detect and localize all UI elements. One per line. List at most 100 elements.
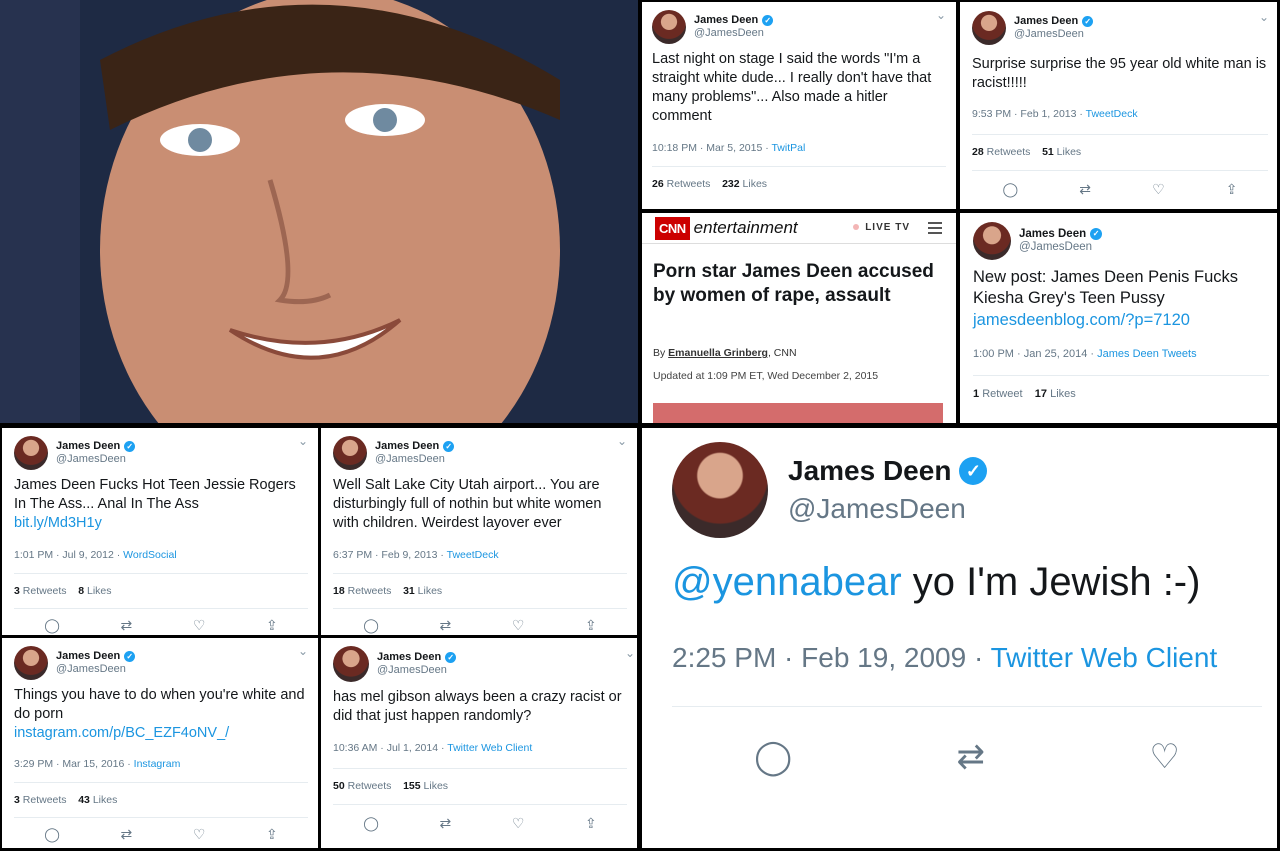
- share-icon[interactable]: ⇪: [266, 617, 278, 634]
- avatar[interactable]: [972, 11, 1006, 45]
- verified-badge-icon: ✓: [124, 441, 136, 453]
- handle[interactable]: @JamesDeen: [375, 453, 454, 466]
- tweet-source[interactable]: Twitter Web Client: [447, 742, 532, 754]
- retweet-icon[interactable]: ⇄: [121, 826, 133, 843]
- tweet-timestamp: 9:53 PM · Feb 1, 2013 · TweetDeck: [972, 108, 1138, 120]
- tweet-link[interactable]: bit.ly/Md3H1y: [14, 515, 102, 531]
- heart-icon[interactable]: ♡: [512, 815, 525, 832]
- tweet-source[interactable]: TweetDeck: [1086, 108, 1138, 120]
- avatar[interactable]: [333, 646, 369, 682]
- cnn-logo[interactable]: CNN: [655, 216, 690, 240]
- display-name[interactable]: James Deen: [56, 440, 120, 453]
- tweet-text: New post: James Deen Penis Fucks Kiesha …: [973, 268, 1239, 329]
- menu-icon[interactable]: [928, 219, 942, 237]
- avatar[interactable]: [672, 442, 768, 538]
- chevron-down-icon[interactable]: ⌄: [1259, 10, 1269, 24]
- tweet-source[interactable]: WordSocial: [123, 549, 177, 561]
- tweet-stats: 50 Retweets 155 Likes: [333, 768, 627, 792]
- display-name[interactable]: James Deen: [788, 455, 951, 487]
- tweet-text: @yennabear yo I'm Jewish :-): [672, 560, 1201, 604]
- tweet-actions: ◯ ⇄ ♡ ⇪: [14, 608, 308, 634]
- handle[interactable]: @JamesDeen: [694, 27, 773, 40]
- retweet-icon[interactable]: ⇄: [957, 737, 986, 777]
- heart-icon[interactable]: ♡: [193, 826, 206, 843]
- live-tv-link[interactable]: LIVE TV: [853, 222, 910, 233]
- share-icon[interactable]: ⇪: [266, 826, 278, 843]
- handle[interactable]: @JamesDeen: [377, 664, 456, 677]
- avatar[interactable]: [333, 436, 367, 470]
- chevron-down-icon[interactable]: ⌄: [298, 644, 308, 658]
- chevron-down-icon[interactable]: ⌄: [617, 434, 627, 448]
- face-image: [0, 0, 638, 423]
- updated-time: Updated at 1:09 PM ET, Wed December 2, 2…: [653, 370, 879, 382]
- retweet-icon[interactable]: ⇄: [1079, 181, 1091, 198]
- handle[interactable]: @JamesDeen: [1019, 241, 1102, 254]
- display-name[interactable]: James Deen: [1014, 15, 1078, 28]
- avatar[interactable]: [14, 436, 48, 470]
- verified-badge-icon: ✓: [1090, 228, 1103, 241]
- article-image: [653, 403, 943, 423]
- display-name[interactable]: James Deen: [375, 440, 439, 453]
- handle[interactable]: @JamesDeen: [1014, 28, 1093, 41]
- reply-icon[interactable]: ◯: [1003, 181, 1019, 198]
- avatar[interactable]: [652, 10, 686, 44]
- handle[interactable]: @JamesDeen: [788, 493, 987, 525]
- tweet-stats: 26 Retweets 232 Likes: [652, 166, 946, 190]
- share-icon[interactable]: ⇪: [585, 617, 597, 634]
- tweet-source[interactable]: Instagram: [134, 758, 181, 770]
- cnn-article: CNN entertainment LIVE TV Porn star Jame…: [642, 213, 956, 423]
- tweet-stats: 3 Retweets 43 Likes: [14, 782, 308, 806]
- tweet-source[interactable]: TwitPal: [771, 142, 805, 154]
- tweet-timestamp: 3:29 PM · Mar 15, 2016 · Instagram: [14, 758, 181, 770]
- display-name[interactable]: James Deen: [1019, 228, 1086, 241]
- retweet-icon[interactable]: ⇄: [121, 617, 133, 634]
- tweet-card: James Deen ✓ @JamesDeen ⌄ Well Salt Lake …: [321, 428, 637, 635]
- tweet-actions: ◯ ⇄ ♡ ⇪: [333, 804, 627, 832]
- tweet-link[interactable]: instagram.com/p/BC_EZF4oNV_/: [14, 725, 229, 741]
- chevron-down-icon[interactable]: ⌄: [298, 434, 308, 448]
- handle[interactable]: @JamesDeen: [56, 453, 135, 466]
- reply-icon[interactable]: ◯: [363, 617, 379, 634]
- author-link[interactable]: Emanuella Grinberg: [668, 347, 768, 359]
- tweet-card: James Deen ✓ @JamesDeen ⌄ James Deen Fuck…: [2, 428, 318, 635]
- tweet-text: Things you have to do when you're white …: [14, 687, 305, 741]
- tweet-source[interactable]: Twitter Web Client: [991, 642, 1218, 673]
- profile-photo: [0, 0, 638, 423]
- reply-icon[interactable]: ◯: [754, 737, 792, 777]
- verified-badge-icon: ✓: [762, 15, 774, 27]
- tweet-timestamp: 1:01 PM · Jul 9, 2012 · WordSocial: [14, 549, 177, 561]
- reply-icon[interactable]: ◯: [44, 826, 60, 843]
- section-label[interactable]: entertainment: [694, 218, 798, 238]
- heart-icon[interactable]: ♡: [193, 617, 206, 634]
- display-name[interactable]: James Deen: [694, 14, 758, 27]
- chevron-down-icon[interactable]: ⌄: [625, 646, 635, 660]
- tweet-link[interactable]: jamesdeenblog.com/?p=7120: [973, 311, 1190, 329]
- avatar[interactable]: [973, 222, 1011, 260]
- tweet-text: James Deen Fucks Hot Teen Jessie Rogers …: [14, 477, 296, 531]
- mention-link[interactable]: @yennabear: [672, 560, 902, 604]
- tweet-stats: 1 Retweet 17 Likes: [973, 375, 1269, 400]
- handle[interactable]: @JamesDeen: [56, 663, 135, 676]
- tweet-card: James Deen ✓ @JamesDeen ⌄ Surprise surpri…: [960, 2, 1277, 209]
- tweet-text: Well Salt Lake City Utah airport... You …: [333, 477, 602, 531]
- retweet-icon[interactable]: ⇄: [440, 617, 452, 634]
- tweet-source[interactable]: TweetDeck: [447, 549, 499, 561]
- tweet-source[interactable]: James Deen Tweets: [1097, 348, 1196, 360]
- share-icon[interactable]: ⇪: [1226, 181, 1238, 198]
- display-name[interactable]: James Deen: [377, 651, 441, 664]
- tweet-timestamp: 2:25 PM · Feb 19, 2009 · Twitter Web Cli…: [672, 642, 1218, 673]
- tweet-actions: ◯ ⇄ ♡ ⇪: [333, 608, 627, 634]
- share-icon[interactable]: ⇪: [585, 815, 597, 832]
- heart-icon[interactable]: ♡: [512, 617, 525, 634]
- display-name[interactable]: James Deen: [56, 650, 120, 663]
- verified-badge-icon: ✓: [445, 652, 457, 664]
- retweet-icon[interactable]: ⇄: [440, 815, 452, 832]
- heart-icon[interactable]: ♡: [1149, 737, 1179, 777]
- chevron-down-icon[interactable]: ⌄: [936, 8, 946, 22]
- verified-badge-icon: ✓: [1082, 16, 1094, 28]
- reply-icon[interactable]: ◯: [44, 617, 60, 634]
- avatar[interactable]: [14, 646, 48, 680]
- heart-icon[interactable]: ♡: [1152, 181, 1165, 198]
- tweet-text: Last night on stage I said the words "I'…: [652, 51, 932, 124]
- reply-icon[interactable]: ◯: [363, 815, 379, 832]
